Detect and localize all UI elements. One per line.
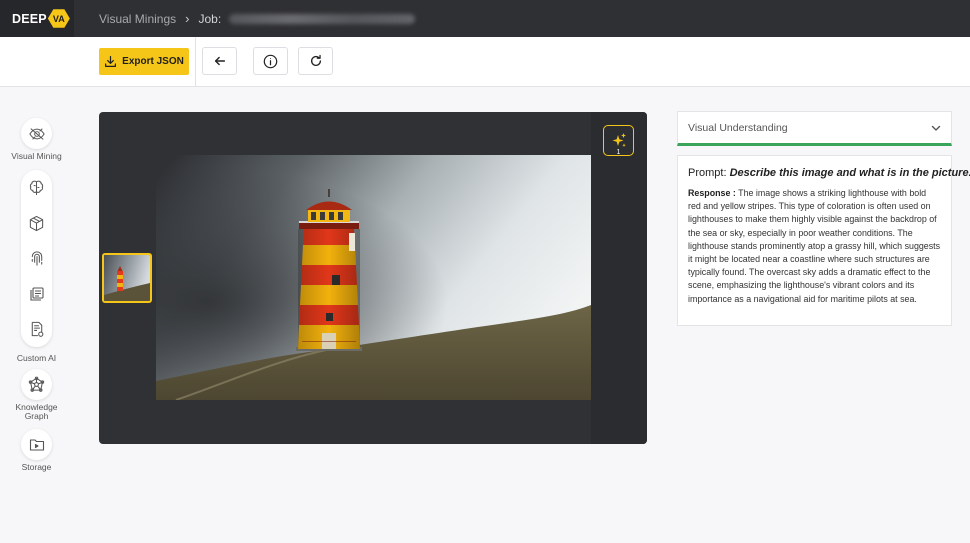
sidebar-label-visual-mining: Visual Mining: [11, 151, 62, 161]
response-text: The image shows a striking lighthouse wi…: [688, 188, 941, 304]
brain-network-icon: [29, 180, 44, 196]
info-button[interactable]: [253, 47, 288, 75]
breadcrumb-separator: ›: [185, 11, 190, 26]
back-button[interactable]: [202, 47, 237, 75]
image-viewer: 1: [99, 112, 647, 444]
main-image: [156, 155, 591, 400]
logo-text: DEEP: [12, 11, 47, 26]
fingerprint-icon: [31, 251, 42, 266]
breadcrumb-visual-minings[interactable]: Visual Minings: [99, 12, 176, 26]
response-label: Response :: [688, 188, 736, 198]
sidebar-item-knowledge-graph[interactable]: Knowledge Graph: [8, 369, 65, 420]
ai-result-count: 1: [616, 149, 621, 156]
toolbar-divider: [195, 37, 196, 87]
top-header: DEEP VA Visual Minings › Job:: [0, 0, 970, 37]
prompt-text: Describe this image and what is in the p…: [729, 167, 970, 179]
thumbnail-image: [104, 255, 150, 301]
document-gear-icon: [31, 321, 43, 337]
refresh-button[interactable]: [298, 47, 333, 75]
sidebar-item-storage[interactable]: Storage: [8, 429, 65, 472]
visual-mining-icon: [28, 127, 45, 140]
breadcrumb-job-label: Job:: [198, 11, 222, 26]
visual-understanding-select[interactable]: Visual Understanding: [677, 111, 952, 146]
knowledge-graph-icon: [28, 376, 45, 392]
sidebar-item-brain[interactable]: [21, 172, 52, 203]
understanding-result-card: Prompt: Describe this image and what is …: [677, 155, 970, 326]
download-icon: [105, 56, 117, 67]
package-icon: [29, 215, 44, 232]
toolbar: Export JSON: [0, 37, 970, 87]
viewer-tools-strip: [591, 112, 647, 444]
sidebar-item-package[interactable]: [21, 208, 52, 239]
lighthouse-photo: [156, 155, 591, 400]
sidebar-item-fingerprint[interactable]: [21, 243, 52, 274]
export-json-label: Export JSON: [122, 56, 184, 67]
prompt-line: Prompt: Describe this image and what is …: [688, 167, 970, 179]
refresh-icon: [310, 54, 321, 66]
folder-icon: [29, 439, 44, 451]
sidebar-item-custom-ai[interactable]: [21, 314, 52, 345]
sidebar-item-visual-mining[interactable]: Visual Mining: [8, 118, 65, 161]
sidebar-label-knowledge-graph: Knowledge Graph: [15, 402, 58, 421]
sidebar-custom-ai-group: [21, 170, 52, 347]
response-block: Response : The image shows a striking li…: [688, 187, 941, 306]
gallery-icon: [29, 286, 44, 301]
info-icon: [263, 54, 278, 68]
sparkles-icon: [612, 132, 626, 147]
arrow-left-icon: [214, 56, 225, 66]
prompt-label: Prompt:: [688, 167, 727, 179]
sidebar-label-storage: Storage: [21, 462, 52, 472]
logo-badge: VA: [47, 9, 70, 28]
thumbnail-lighthouse[interactable]: [102, 253, 152, 303]
job-id-redacted: [229, 13, 416, 24]
chevron-down-icon: [931, 125, 941, 131]
breadcrumb: Visual Minings › Job:: [99, 11, 416, 26]
logo[interactable]: DEEP VA: [0, 0, 74, 37]
sidebar-item-gallery[interactable]: [21, 278, 52, 309]
visual-mining-icon-wrap: [21, 118, 52, 149]
export-json-button[interactable]: Export JSON: [99, 48, 189, 75]
visual-understanding-label: Visual Understanding: [688, 121, 788, 134]
sidebar-label-custom-ai: Custom AI: [16, 353, 57, 363]
knowledge-graph-icon-wrap: [21, 369, 52, 400]
storage-icon-wrap: [21, 429, 52, 460]
